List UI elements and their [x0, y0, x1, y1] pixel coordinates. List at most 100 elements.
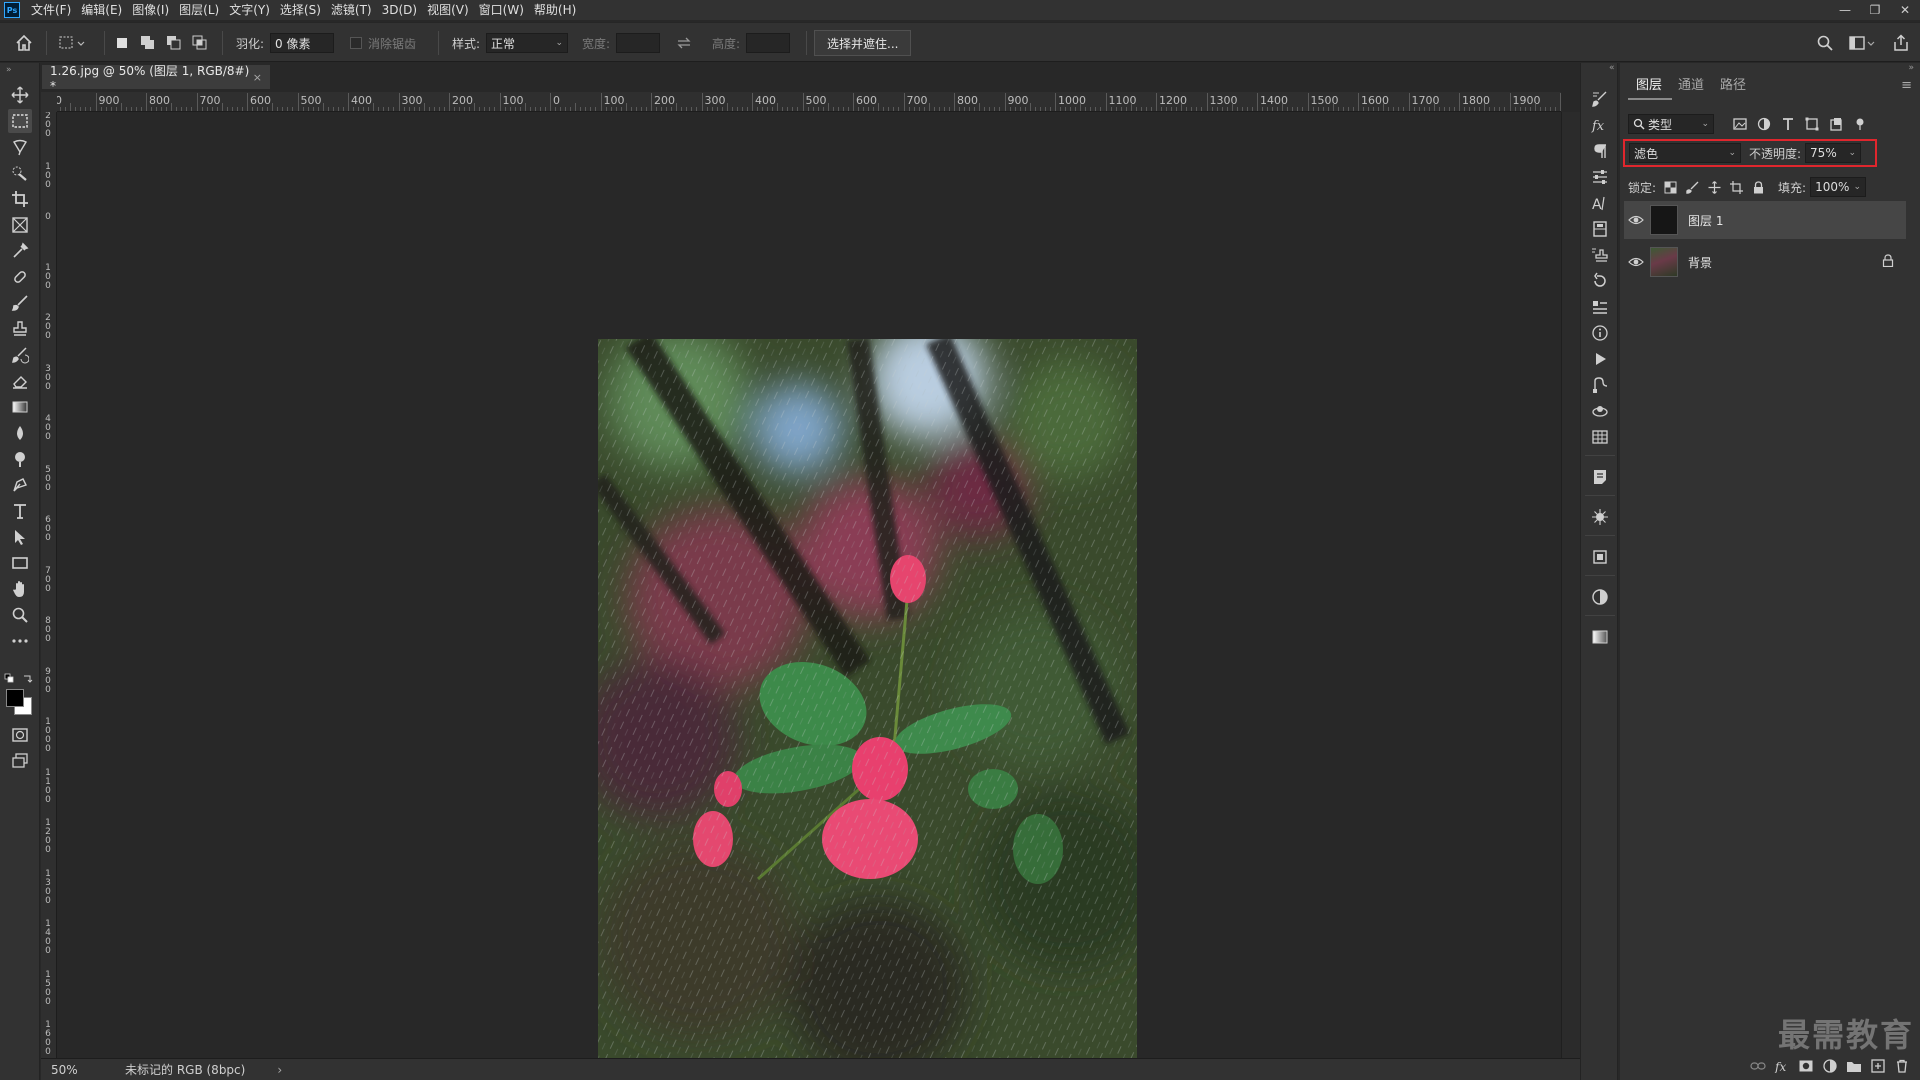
restore-button[interactable]: ❐: [1860, 0, 1890, 20]
zoom-tool[interactable]: [8, 603, 32, 627]
layer-visibility-toggle[interactable]: [1624, 214, 1648, 226]
edit-toolbar-button[interactable]: [8, 629, 32, 653]
document-canvas-image[interactable]: [598, 339, 1137, 1059]
layer-name[interactable]: 背景: [1688, 254, 1712, 271]
menu-window[interactable]: 窗口(W): [474, 0, 529, 20]
document-tab[interactable]: 1.26.jpg @ 50% (图层 1, RGB/8#) * ×: [42, 64, 270, 93]
menu-type[interactable]: 文字(Y): [224, 0, 275, 20]
height-input[interactable]: [746, 33, 791, 53]
layer-row-layer-1[interactable]: 图层 1: [1624, 201, 1906, 239]
link-layers-icon[interactable]: [1750, 1058, 1766, 1074]
canvas-area[interactable]: [57, 112, 1561, 1059]
libraries-icon[interactable]: [1590, 219, 1610, 239]
frame-tool[interactable]: [8, 213, 32, 237]
blend-mode-select[interactable]: 滤色 ⌄: [1629, 143, 1741, 163]
clone-source-icon[interactable]: [1590, 245, 1610, 265]
brush-settings-icon[interactable]: [1590, 89, 1610, 109]
dodge-tool[interactable]: [8, 447, 32, 471]
collapse-dock-icon[interactable]: »: [1908, 63, 1914, 73]
chevron-down-icon[interactable]: ⌄: [1849, 148, 1857, 158]
horizontal-ruler[interactable]: 0090080070060050040030020010001002003004…: [57, 92, 1561, 112]
rectangle-tool[interactable]: [8, 551, 32, 575]
home-button[interactable]: [14, 23, 34, 63]
feather-input[interactable]: 0 像素: [270, 33, 335, 53]
history-icon[interactable]: [1590, 271, 1610, 291]
new-group-icon[interactable]: [1846, 1058, 1862, 1074]
foreground-color-swatch[interactable]: [6, 689, 24, 707]
healing-brush-tool[interactable]: [8, 265, 32, 289]
vertical-scrollbar[interactable]: [1561, 112, 1580, 1058]
menu-layer[interactable]: 图层(L): [174, 0, 224, 20]
collapse-panels-icon[interactable]: «: [1609, 63, 1615, 73]
clone-stamp-tool[interactable]: [8, 317, 32, 341]
menu-file[interactable]: 文件(F): [26, 0, 76, 20]
navigator-compass-icon[interactable]: [1590, 507, 1610, 527]
menu-view[interactable]: 视图(V): [422, 0, 474, 20]
screen-mode-button[interactable]: [8, 749, 32, 773]
layer-row-background[interactable]: 背景: [1624, 243, 1906, 281]
lock-artboard-icon[interactable]: [1728, 179, 1744, 195]
layer-filter-select[interactable]: 类型 ⌄: [1628, 114, 1714, 134]
path-selection-tool[interactable]: [8, 525, 32, 549]
ruler-origin[interactable]: [41, 92, 57, 112]
timeline-grid-icon[interactable]: [1590, 427, 1610, 447]
pixel-layer-filter-icon[interactable]: [1732, 116, 1748, 132]
close-button[interactable]: ✕: [1890, 0, 1920, 20]
delete-layer-icon[interactable]: [1894, 1058, 1910, 1074]
tab-channels[interactable]: 通道: [1670, 75, 1712, 97]
notes-icon[interactable]: [1590, 467, 1610, 487]
paths-icon[interactable]: [1590, 375, 1610, 395]
new-layer-icon[interactable]: [1870, 1058, 1886, 1074]
adjustments-icon[interactable]: [1590, 167, 1610, 187]
quick-mask-button[interactable]: [8, 723, 32, 747]
move-tool[interactable]: [8, 83, 32, 107]
swap-width-height-button[interactable]: [676, 23, 692, 63]
color-swatches[interactable]: [6, 689, 34, 717]
new-selection-button[interactable]: [113, 34, 131, 52]
minimize-button[interactable]: —: [1830, 0, 1860, 20]
default-colors-icon[interactable]: [4, 673, 36, 685]
menu-3d[interactable]: 3D(D): [377, 0, 422, 20]
vertical-ruler[interactable]: 200 100 0 100 200 300 400 500 600 700 800 900 1000 11…: [41, 92, 57, 1058]
swatches-icon[interactable]: [1590, 627, 1610, 647]
character-icon[interactable]: A: [1590, 193, 1610, 213]
workspace-switcher[interactable]: [1848, 23, 1876, 63]
layer-style-icon[interactable]: fx: [1590, 115, 1610, 135]
menu-image[interactable]: 图像(I): [127, 0, 174, 20]
history-brush-tool[interactable]: [8, 343, 32, 367]
gradient-tool[interactable]: [8, 395, 32, 419]
pen-tool[interactable]: [8, 473, 32, 497]
intersect-selection-button[interactable]: [191, 34, 209, 52]
lock-image-pixels-icon[interactable]: [1684, 179, 1700, 195]
menu-help[interactable]: 帮助(H): [529, 0, 581, 20]
type-tool[interactable]: [8, 499, 32, 523]
tab-layers[interactable]: 图层: [1628, 75, 1670, 97]
antialias-checkbox[interactable]: [350, 37, 362, 49]
subtract-from-selection-button[interactable]: [165, 34, 183, 52]
actions-play-icon[interactable]: [1590, 349, 1610, 369]
color-icon[interactable]: [1590, 587, 1610, 607]
add-to-selection-button[interactable]: [139, 34, 157, 52]
fill-input[interactable]: 100% ⌄: [1810, 177, 1867, 197]
3d-icon[interactable]: [1590, 401, 1610, 421]
paragraph-icon[interactable]: [1590, 141, 1610, 161]
opacity-input[interactable]: 75% ⌄: [1805, 143, 1862, 163]
lasso-tool[interactable]: [8, 135, 32, 159]
lock-all-icon[interactable]: [1750, 179, 1766, 195]
layer-visibility-toggle[interactable]: [1624, 256, 1648, 268]
status-menu-arrow[interactable]: ›: [277, 1063, 282, 1077]
share-button[interactable]: [1892, 23, 1910, 63]
marquee-preset-picker[interactable]: [58, 23, 88, 63]
add-mask-icon[interactable]: [1798, 1058, 1814, 1074]
lock-position-icon[interactable]: [1706, 179, 1722, 195]
adjustment-layer-filter-icon[interactable]: [1756, 116, 1772, 132]
eraser-tool[interactable]: [8, 369, 32, 393]
type-layer-filter-icon[interactable]: [1780, 116, 1796, 132]
menu-edit[interactable]: 编辑(E): [76, 0, 127, 20]
search-button[interactable]: [1816, 23, 1834, 63]
hand-tool[interactable]: [8, 577, 32, 601]
layer-fx-icon[interactable]: fx: [1774, 1058, 1790, 1074]
blur-tool[interactable]: [8, 421, 32, 445]
quick-selection-tool[interactable]: [8, 161, 32, 185]
info-icon[interactable]: [1590, 323, 1610, 343]
